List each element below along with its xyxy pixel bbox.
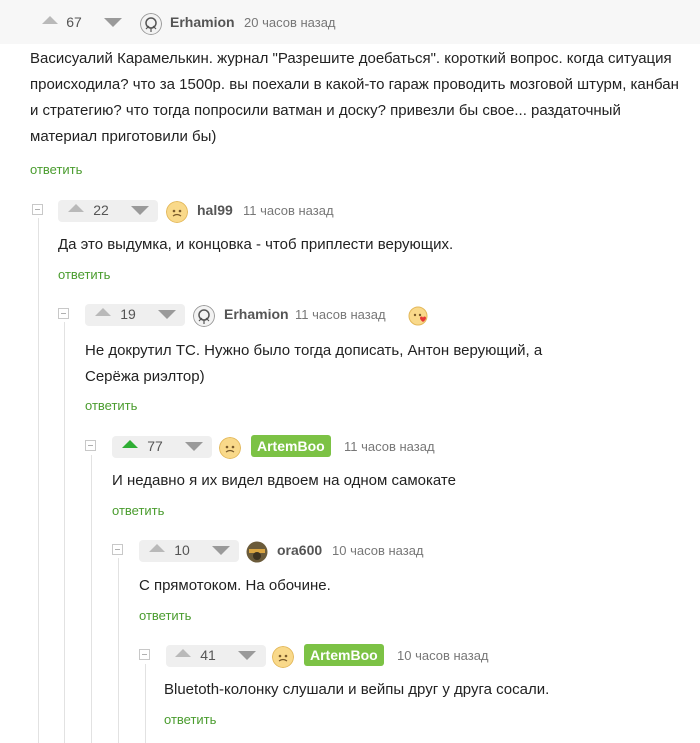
up-arrow-icon[interactable] <box>42 16 58 24</box>
comment: 22 hal99 11 часов назад Да это выдумка, … <box>0 196 700 282</box>
collapse-minus-icon[interactable] <box>112 544 123 555</box>
down-arrow-icon[interactable] <box>104 18 122 27</box>
thread-line <box>145 664 146 743</box>
comment-header: 77 ArtemBoo 11 часов назад <box>0 432 700 462</box>
comment-text: Васисуалий Карамелькин. журнал "Разрешит… <box>30 50 679 145</box>
reply-link[interactable]: ответить <box>58 267 110 282</box>
comment: 10 ora600 10 часов назад С прямотоком. Н… <box>0 536 700 623</box>
comment-header: 41 ArtemBoo 10 часов назад <box>0 641 700 671</box>
collapse-minus-icon[interactable] <box>58 308 69 319</box>
up-arrow-icon[interactable] <box>122 440 138 448</box>
comment: 41 ArtemBoo 10 часов назад Bluetoth-коло… <box>0 641 700 727</box>
comment-author[interactable]: ArtemBoo <box>304 644 384 666</box>
comment-text: И недавно я их видел вдвоем на одном сам… <box>112 472 456 489</box>
comment-time[interactable]: 11 часов назад <box>295 307 386 322</box>
comment-text: Да это выдумка, и концовка - чтоб припле… <box>58 236 454 253</box>
down-arrow-icon[interactable] <box>158 310 176 319</box>
reply-link[interactable]: ответить <box>164 712 216 727</box>
comment: 19 Erhamion 11 часов назад Не докрутил Т… <box>0 300 700 413</box>
down-arrow-icon[interactable] <box>212 546 230 555</box>
thread-line <box>91 455 92 743</box>
avatar[interactable] <box>246 541 268 563</box>
comments-page: 67 Erhamion 20 часов назад Васисуалий Ка… <box>0 0 700 743</box>
comment-time[interactable]: 20 часов назад <box>244 15 336 30</box>
comment-time[interactable]: 10 часов назад <box>397 648 489 663</box>
down-arrow-icon[interactable] <box>131 206 149 215</box>
comment: 77 ArtemBoo 11 часов назад И недавно я и… <box>0 432 700 518</box>
up-arrow-icon[interactable] <box>68 204 84 212</box>
comment-author[interactable]: ora600 <box>277 542 322 558</box>
comment-score: 10 <box>174 542 190 558</box>
down-arrow-icon[interactable] <box>185 442 203 451</box>
comment-header: 22 hal99 11 часов назад <box>0 196 700 226</box>
heart-face-icon[interactable] <box>408 305 430 327</box>
comment-time[interactable]: 10 часов назад <box>332 543 424 558</box>
reply-link[interactable]: ответить <box>139 608 191 623</box>
comment-header: 10 ora600 10 часов назад <box>0 536 700 566</box>
comment-author[interactable]: Erhamion <box>170 14 235 30</box>
comment-time[interactable]: 11 часов назад <box>344 439 435 454</box>
up-arrow-icon[interactable] <box>149 544 165 552</box>
up-arrow-icon[interactable] <box>175 649 191 657</box>
avatar[interactable] <box>272 646 294 668</box>
comment-score: 77 <box>147 438 163 454</box>
reply-link[interactable]: ответить <box>30 162 82 177</box>
comment-author[interactable]: ArtemBoo <box>251 435 331 457</box>
comment: 67 Erhamion 20 часов назад Васисуалий Ка… <box>0 8 700 177</box>
comment-text: С прямотоком. На обочине. <box>139 577 331 594</box>
comment-author[interactable]: Erhamion <box>224 306 289 322</box>
collapse-minus-icon[interactable] <box>32 204 43 215</box>
avatar[interactable] <box>166 201 188 223</box>
comment-score: 41 <box>200 647 216 663</box>
comment-time[interactable]: 11 часов назад <box>243 203 334 218</box>
avatar[interactable] <box>219 437 241 459</box>
avatar[interactable] <box>140 13 162 35</box>
comment-author[interactable]: hal99 <box>197 202 233 218</box>
thread-line <box>64 322 65 743</box>
collapse-minus-icon[interactable] <box>139 649 150 660</box>
collapse-minus-icon[interactable] <box>85 440 96 451</box>
comment-header: 19 Erhamion 11 часов назад <box>0 300 700 330</box>
comment-header: 67 Erhamion 20 часов назад <box>0 8 700 38</box>
comment-text: Не докрутил ТС. Нужно было тогда дописат… <box>85 342 543 385</box>
reply-link[interactable]: ответить <box>112 503 164 518</box>
down-arrow-icon[interactable] <box>238 651 256 660</box>
comment-score: 67 <box>66 14 82 30</box>
comment-score: 19 <box>120 306 136 322</box>
comment-text: Bluetoth-колонку слушали и вейпы друг у … <box>164 681 550 698</box>
reply-link[interactable]: ответить <box>85 398 137 413</box>
comment-score: 22 <box>93 202 109 218</box>
avatar[interactable] <box>193 305 215 327</box>
up-arrow-icon[interactable] <box>95 308 111 316</box>
